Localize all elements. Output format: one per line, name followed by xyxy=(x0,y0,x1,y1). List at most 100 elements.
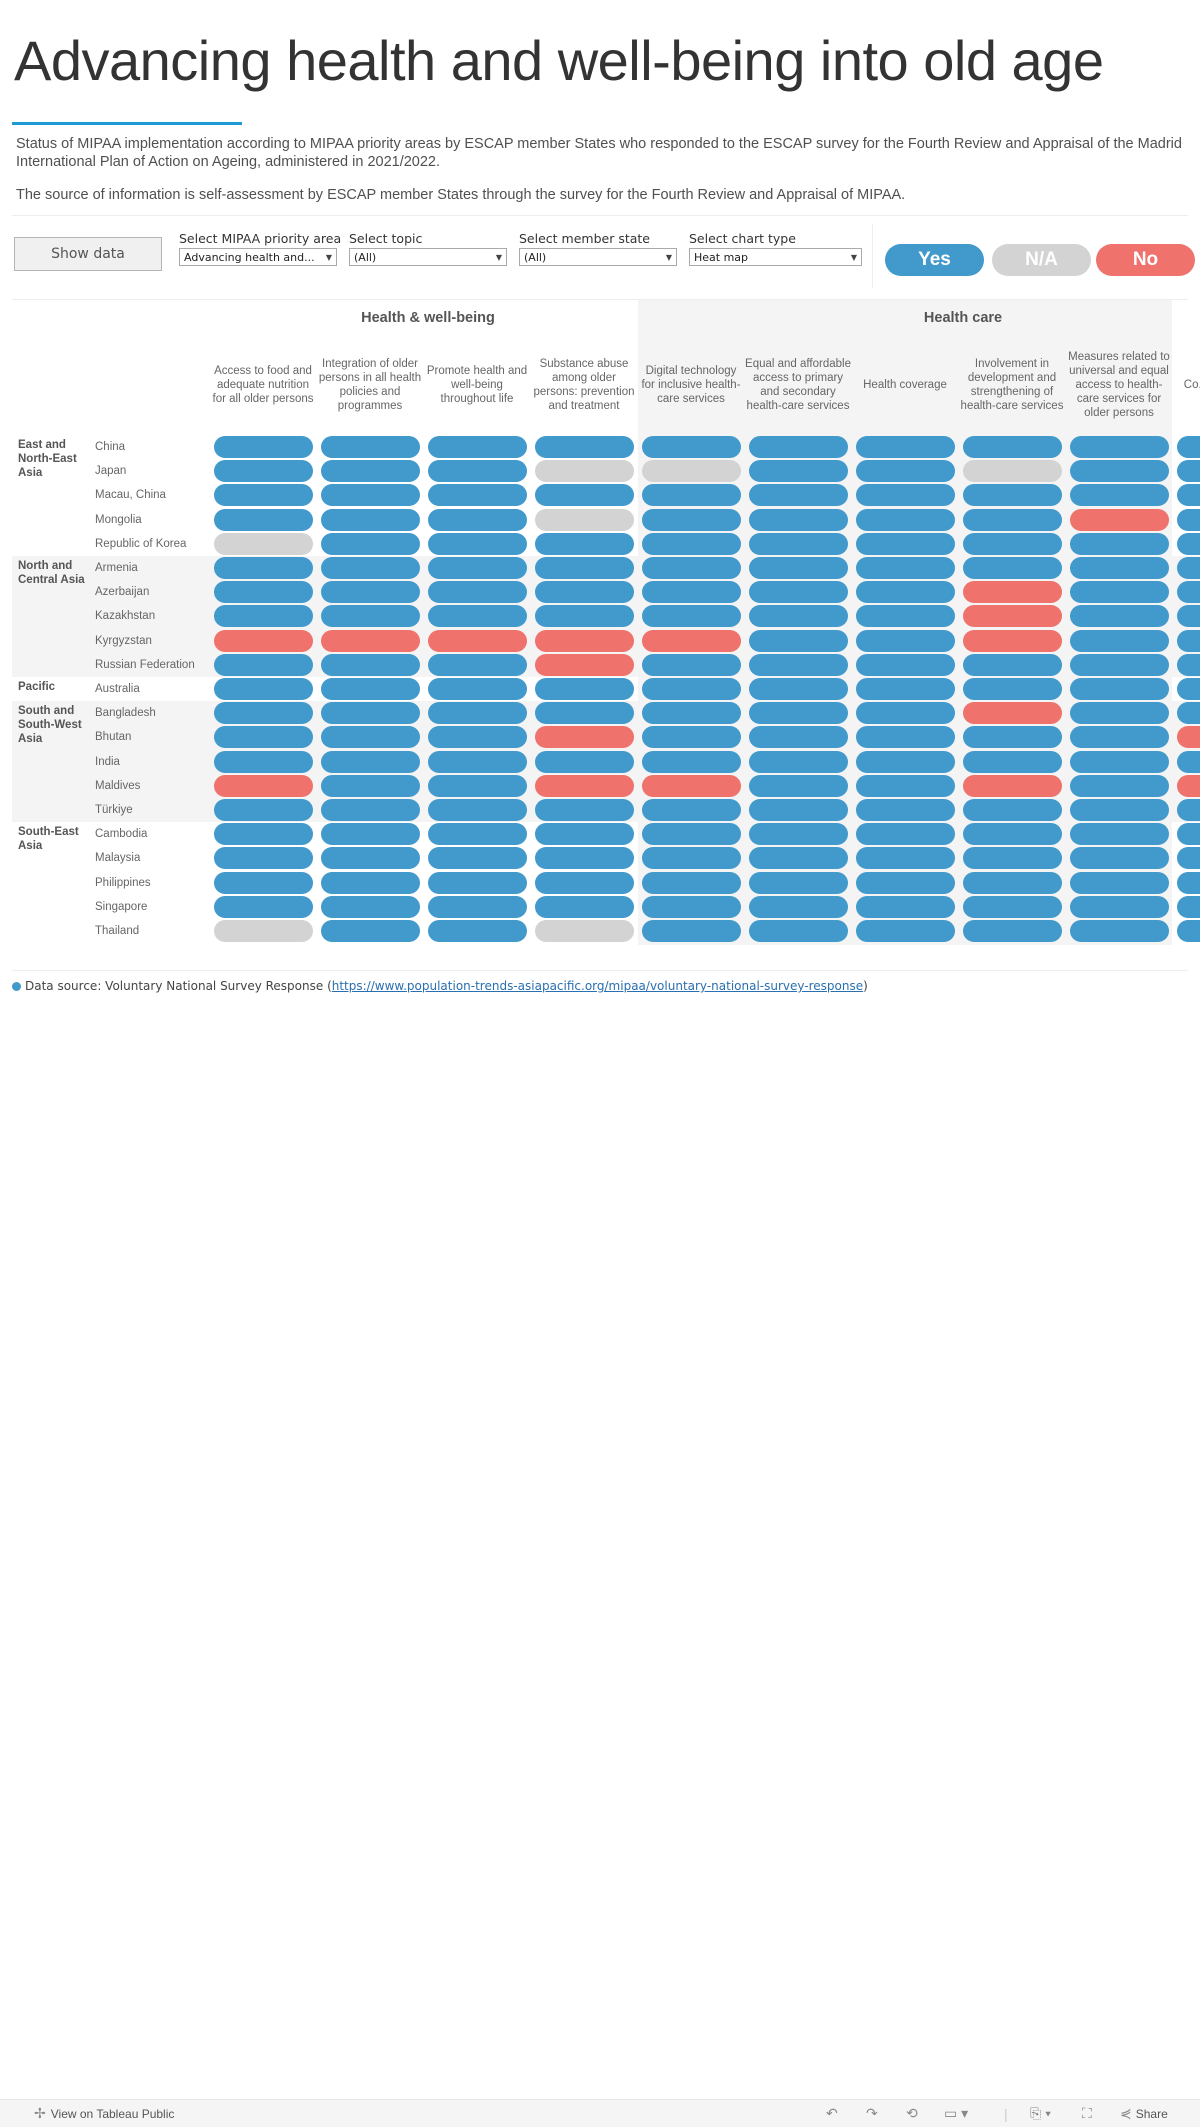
heatmap-cell[interactable] xyxy=(535,629,634,652)
heatmap-cell[interactable] xyxy=(856,629,955,652)
heatmap-cell[interactable] xyxy=(535,581,634,604)
heatmap-cell[interactable] xyxy=(1177,629,1200,652)
heatmap-cell[interactable] xyxy=(428,799,527,821)
heatmap-cell[interactable] xyxy=(1177,774,1200,797)
heatmap-cell[interactable] xyxy=(321,726,420,749)
heatmap-cell[interactable] xyxy=(856,678,955,700)
heatmap-cell[interactable] xyxy=(1070,823,1169,846)
heatmap-cell[interactable] xyxy=(749,532,848,555)
heatmap-cell[interactable] xyxy=(749,871,848,894)
heatmap-cell[interactable] xyxy=(214,895,313,918)
heatmap-cell[interactable] xyxy=(963,750,1062,773)
heatmap-cell[interactable] xyxy=(642,847,741,870)
heatmap-cell[interactable] xyxy=(1177,726,1200,749)
heatmap-cell[interactable] xyxy=(749,799,848,821)
heatmap-cell[interactable] xyxy=(963,895,1062,918)
heatmap-cell[interactable] xyxy=(535,895,634,918)
heatmap-cell[interactable] xyxy=(1177,460,1200,483)
heatmap-cell[interactable] xyxy=(535,605,634,628)
heatmap-cell[interactable] xyxy=(749,726,848,749)
heatmap-cell[interactable] xyxy=(535,726,634,749)
heatmap-cell[interactable] xyxy=(1177,895,1200,918)
heatmap-cell[interactable] xyxy=(428,702,527,725)
heatmap-cell[interactable] xyxy=(1177,702,1200,725)
heatmap-cell[interactable] xyxy=(428,436,527,458)
heatmap-cell[interactable] xyxy=(428,629,527,652)
heatmap-cell[interactable] xyxy=(963,484,1062,507)
heatmap-cell[interactable] xyxy=(642,774,741,797)
heatmap-cell[interactable] xyxy=(963,629,1062,652)
heatmap-cell[interactable] xyxy=(963,726,1062,749)
heatmap-cell[interactable] xyxy=(214,581,313,604)
heatmap-cell[interactable] xyxy=(856,557,955,579)
heatmap-cell[interactable] xyxy=(1070,702,1169,725)
heatmap-cell[interactable] xyxy=(1070,750,1169,773)
heatmap-cell[interactable] xyxy=(1070,460,1169,483)
heatmap-cell[interactable] xyxy=(321,581,420,604)
heatmap-cell[interactable] xyxy=(214,484,313,507)
heatmap-cell[interactable] xyxy=(321,532,420,555)
heatmap-cell[interactable] xyxy=(749,678,848,700)
heatmap-cell[interactable] xyxy=(1177,871,1200,894)
heatmap-cell[interactable] xyxy=(321,750,420,773)
heatmap-cell[interactable] xyxy=(749,653,848,676)
heatmap-cell[interactable] xyxy=(749,920,848,942)
heatmap-cell[interactable] xyxy=(321,605,420,628)
heatmap-cell[interactable] xyxy=(1070,726,1169,749)
heatmap-cell[interactable] xyxy=(321,508,420,531)
heatmap-cell[interactable] xyxy=(214,678,313,700)
heatmap-cell[interactable] xyxy=(428,532,527,555)
heatmap-cell[interactable] xyxy=(1070,557,1169,579)
heatmap-cell[interactable] xyxy=(321,678,420,700)
heatmap-cell[interactable] xyxy=(1177,653,1200,676)
member-state-select[interactable]: (All) ▼ xyxy=(519,248,677,266)
heatmap-cell[interactable] xyxy=(535,702,634,725)
heatmap-cell[interactable] xyxy=(428,508,527,531)
heatmap-cell[interactable] xyxy=(428,774,527,797)
heatmap-cell[interactable] xyxy=(428,823,527,846)
heatmap-cell[interactable] xyxy=(1070,895,1169,918)
heatmap-cell[interactable] xyxy=(642,460,741,483)
heatmap-cell[interactable] xyxy=(749,508,848,531)
heatmap-cell[interactable] xyxy=(642,653,741,676)
heatmap-cell[interactable] xyxy=(963,920,1062,942)
heatmap-cell[interactable] xyxy=(642,557,741,579)
legend-na[interactable]: N/A xyxy=(992,244,1091,276)
heatmap-cell[interactable] xyxy=(642,750,741,773)
heatmap-cell[interactable] xyxy=(856,508,955,531)
heatmap-cell[interactable] xyxy=(321,484,420,507)
heatmap-cell[interactable] xyxy=(856,823,955,846)
heatmap-cell[interactable] xyxy=(856,581,955,604)
heatmap-cell[interactable] xyxy=(1070,484,1169,507)
heatmap-cell[interactable] xyxy=(642,581,741,604)
heatmap-cell[interactable] xyxy=(1070,581,1169,604)
heatmap-cell[interactable] xyxy=(535,678,634,700)
heatmap-cell[interactable] xyxy=(1177,436,1200,458)
legend-no[interactable]: No xyxy=(1096,244,1195,276)
heatmap-cell[interactable] xyxy=(856,460,955,483)
heatmap-cell[interactable] xyxy=(642,678,741,700)
heatmap-cell[interactable] xyxy=(428,871,527,894)
heatmap-cell[interactable] xyxy=(1177,605,1200,628)
heatmap-cell[interactable] xyxy=(535,823,634,846)
heatmap-cell[interactable] xyxy=(1070,847,1169,870)
heatmap-cell[interactable] xyxy=(749,436,848,458)
heatmap-cell[interactable] xyxy=(963,774,1062,797)
heatmap-cell[interactable] xyxy=(856,799,955,821)
heatmap-cell[interactable] xyxy=(856,605,955,628)
heatmap-cell[interactable] xyxy=(1177,750,1200,773)
heatmap-cell[interactable] xyxy=(963,871,1062,894)
heatmap-cell[interactable] xyxy=(963,702,1062,725)
heatmap-cell[interactable] xyxy=(428,920,527,942)
heatmap-cell[interactable] xyxy=(642,702,741,725)
heatmap-cell[interactable] xyxy=(214,436,313,458)
heatmap-cell[interactable] xyxy=(749,484,848,507)
heatmap-cell[interactable] xyxy=(1070,508,1169,531)
heatmap-cell[interactable] xyxy=(214,605,313,628)
heatmap-cell[interactable] xyxy=(535,774,634,797)
heatmap-cell[interactable] xyxy=(963,508,1062,531)
heatmap-cell[interactable] xyxy=(963,678,1062,700)
fullscreen-button[interactable]: ⛶ xyxy=(1082,2100,1092,2127)
heatmap-cell[interactable] xyxy=(856,726,955,749)
heatmap-cell[interactable] xyxy=(321,895,420,918)
